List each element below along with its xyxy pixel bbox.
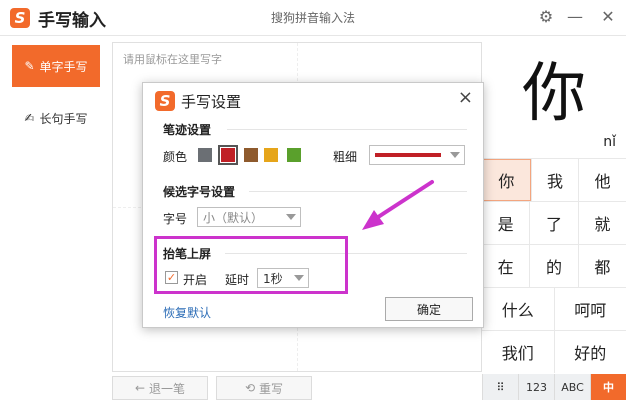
candidate[interactable]: 我 bbox=[530, 159, 579, 201]
arrow-left-icon: ← bbox=[134, 381, 146, 395]
stroke-section-title: 笔迹设置 bbox=[163, 123, 212, 137]
rewrite-label: 重写 bbox=[259, 381, 284, 396]
candidate[interactable]: 就 bbox=[577, 202, 626, 244]
color-swatch-yellow[interactable] bbox=[264, 148, 278, 162]
nav-label: 长句手写 bbox=[39, 111, 88, 126]
candidate-grid: 你 我 他 是 了 就 在 的 都 什么 呵呵 我们 好的 bbox=[482, 158, 626, 373]
restore-defaults-link[interactable]: 恢复默认 bbox=[163, 304, 211, 321]
sogou-logo-icon: S bbox=[155, 91, 175, 111]
annotation-highlight-box bbox=[154, 236, 348, 294]
divider bbox=[249, 191, 467, 192]
font-size-label: 字号 bbox=[163, 212, 188, 226]
chevron-down-icon bbox=[450, 152, 460, 158]
color-swatch-red[interactable] bbox=[218, 145, 238, 165]
color-swatch-gray[interactable] bbox=[198, 148, 212, 162]
font-size-select[interactable]: 小（默认） bbox=[197, 207, 301, 227]
title-bar: S 手写输入 搜狗拼音输入法 ⚙ — ✕ bbox=[0, 0, 626, 36]
candidate-row: 在 的 都 bbox=[482, 244, 626, 287]
color-swatch-green[interactable] bbox=[287, 148, 301, 162]
nav-label: 单字手写 bbox=[39, 59, 88, 74]
candidate-row: 是 了 就 bbox=[482, 201, 626, 244]
chevron-down-icon bbox=[286, 214, 296, 220]
candidate[interactable]: 好的 bbox=[553, 331, 626, 373]
thickness-preview bbox=[375, 153, 441, 157]
rewrite-button[interactable]: ⟲ 重写 bbox=[216, 376, 312, 400]
sidebar: ✎ 单字手写 ✍ 长句手写 bbox=[0, 37, 110, 412]
grid-icon[interactable]: ⠿ bbox=[482, 374, 518, 400]
gear-icon[interactable]: ⚙ bbox=[535, 6, 557, 28]
candidate-row: 什么 呵呵 bbox=[482, 287, 626, 330]
candidate[interactable]: 呵呵 bbox=[553, 288, 626, 330]
nav-single-char[interactable]: ✎ 单字手写 bbox=[12, 45, 100, 87]
alpha-keyboard-button[interactable]: ABC bbox=[554, 374, 590, 400]
font-size-value: 小（默认） bbox=[203, 210, 264, 225]
undo-stroke-button[interactable]: ← 退一笔 bbox=[112, 376, 208, 400]
brush-icon: ✍ bbox=[24, 111, 35, 125]
candidate[interactable]: 什么 bbox=[482, 288, 554, 330]
minimize-icon[interactable]: — bbox=[564, 6, 586, 28]
candidate[interactable]: 我们 bbox=[482, 331, 554, 373]
divider bbox=[227, 129, 467, 130]
candidate[interactable]: 都 bbox=[577, 245, 626, 287]
numeric-keyboard-button[interactable]: 123 bbox=[518, 374, 554, 400]
candidate[interactable]: 了 bbox=[529, 202, 577, 244]
refresh-icon: ⟲ bbox=[244, 381, 256, 395]
thickness-select[interactable] bbox=[369, 145, 465, 165]
candidate[interactable]: 在 bbox=[482, 245, 529, 287]
undo-label: 退一笔 bbox=[149, 381, 186, 396]
close-icon[interactable]: × bbox=[458, 87, 473, 108]
candidate[interactable]: 你 bbox=[482, 159, 531, 201]
candidate[interactable]: 的 bbox=[529, 245, 577, 287]
color-swatch-brown[interactable] bbox=[244, 148, 258, 162]
ok-button[interactable]: 确定 bbox=[385, 297, 473, 321]
candidate[interactable]: 他 bbox=[578, 159, 626, 201]
window-caption: 搜狗拼音输入法 bbox=[270, 11, 355, 25]
nav-long-sentence[interactable]: ✍ 长句手写 bbox=[12, 97, 100, 139]
result-panel: 你 nǐ 你 我 他 是 了 就 在 的 都 什么 呵呵 我们 好的 ⠿ 123… bbox=[482, 42, 626, 412]
chinese-mode-button[interactable]: 中 bbox=[590, 374, 626, 400]
dialog-title: 手写设置 bbox=[181, 93, 242, 111]
pinyin: nǐ bbox=[603, 134, 616, 150]
candidate-row: 我们 好的 bbox=[482, 330, 626, 373]
candidate-row: 你 我 他 bbox=[482, 158, 626, 201]
keyboard-switch-bar: ⠿ 123 ABC 中 bbox=[482, 374, 626, 400]
write-hint: 请用鼠标在这里写字 bbox=[123, 53, 222, 66]
thickness-label: 粗细 bbox=[333, 150, 358, 164]
color-label: 颜色 bbox=[163, 150, 188, 164]
close-icon[interactable]: ✕ bbox=[597, 6, 619, 28]
pen-icon: ✎ bbox=[24, 59, 35, 73]
recognized-char: 你 bbox=[522, 57, 586, 131]
candidate-section-title: 候选字号设置 bbox=[163, 185, 236, 199]
candidate[interactable]: 是 bbox=[482, 202, 529, 244]
